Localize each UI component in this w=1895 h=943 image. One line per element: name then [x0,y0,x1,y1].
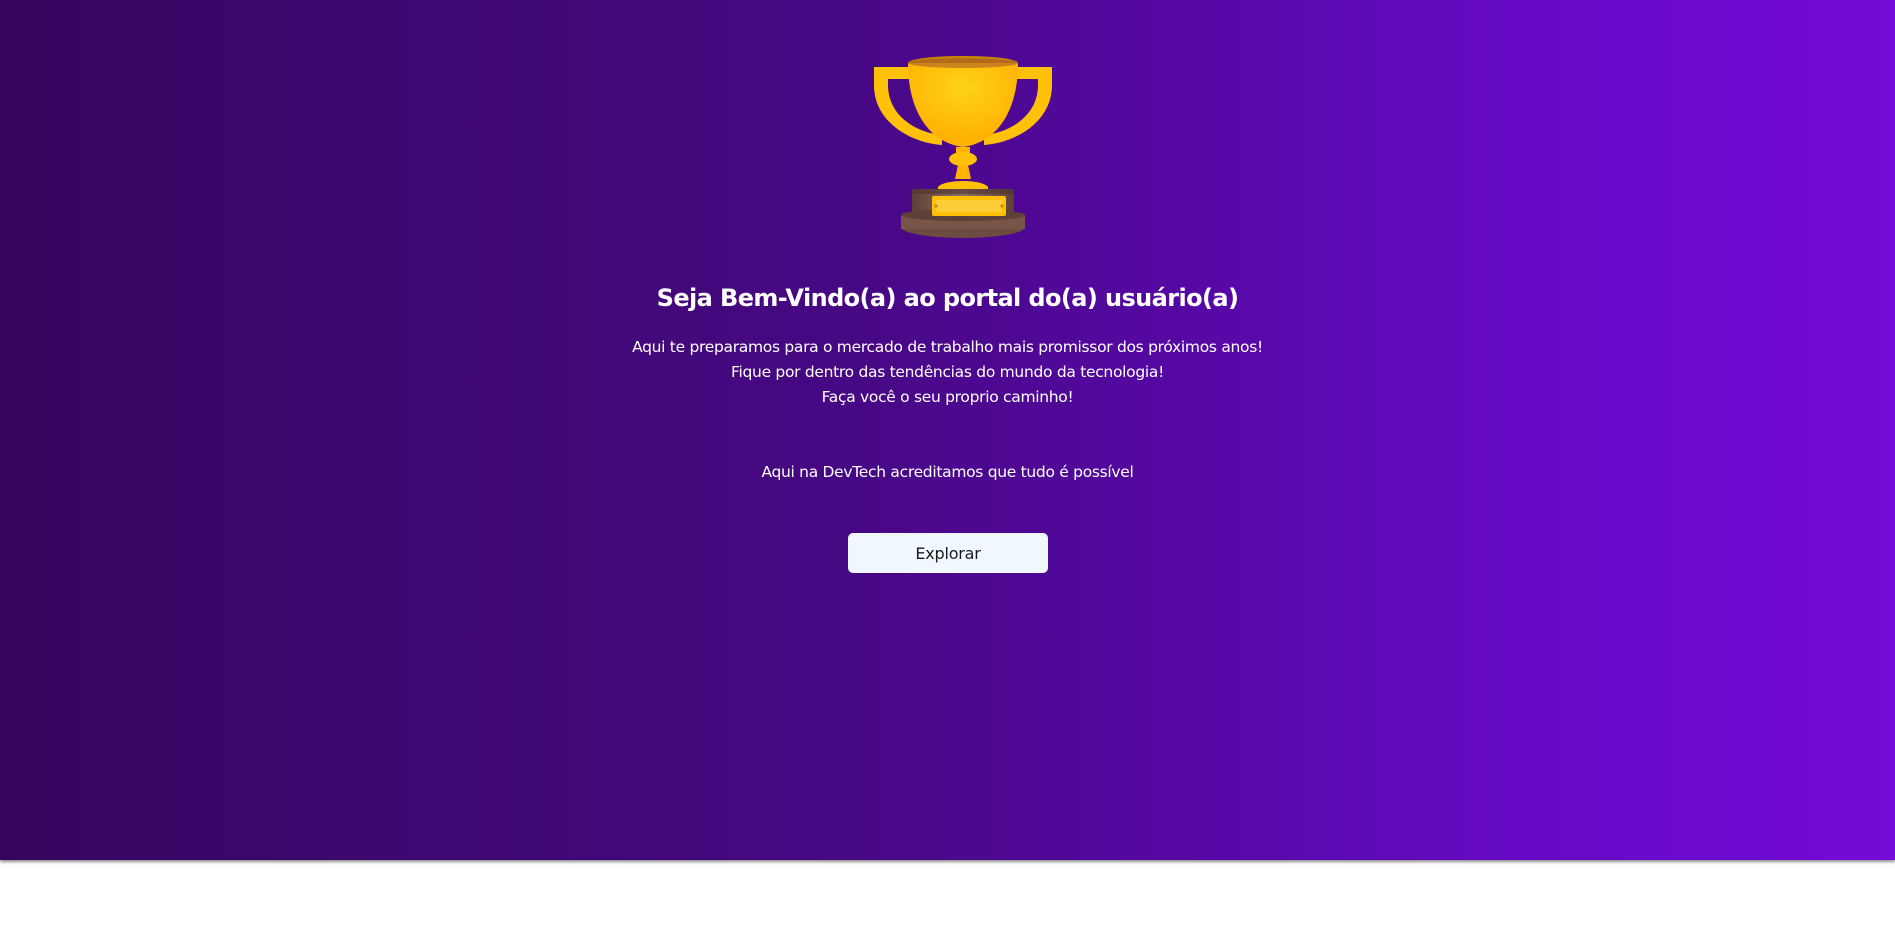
welcome-title: Seja Bem-Vindo(a) ao portal do(a) usuári… [656,284,1239,312]
hero-section: Seja Bem-Vindo(a) ao portal do(a) usuári… [0,0,1895,860]
explore-button[interactable]: Explorar [848,533,1048,573]
trophy-icon [874,56,1052,238]
intro-text: Aqui te preparamos para o mercado de tra… [0,335,1895,410]
intro-line: Faça você o seu proprio caminho! [821,388,1074,406]
intro-line: Aqui te preparamos para o mercado de tra… [632,338,1263,356]
intro-line: Fique por dentro das tendências do mundo… [731,363,1164,381]
tagline: Aqui na DevTech acreditamos que tudo é p… [761,463,1134,481]
